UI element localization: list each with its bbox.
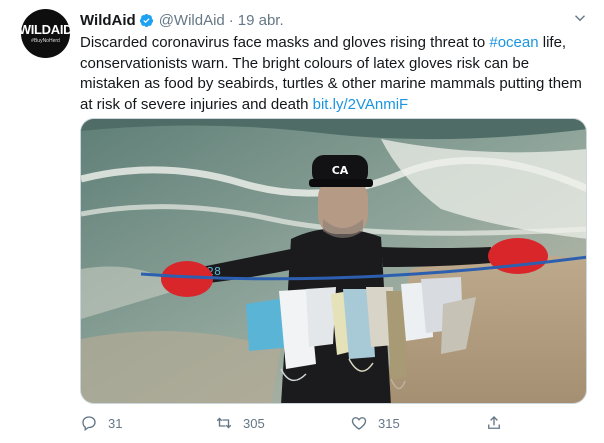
author-name[interactable]: WildAid — [80, 12, 136, 29]
reply-icon — [82, 416, 96, 432]
reply-action[interactable]: 31 — [80, 414, 122, 432]
tweet-photo[interactable]: CA 28 — [80, 118, 587, 404]
share-action[interactable] — [485, 414, 503, 432]
separator-dot: · — [228, 11, 234, 29]
chevron-down-icon[interactable] — [574, 12, 586, 24]
verified-badge-icon — [139, 13, 153, 27]
retweet-icon — [216, 417, 232, 429]
beach-photo: CA 28 — [81, 119, 586, 403]
tweet-header: WildAid @WildAid · 19 abr. — [80, 11, 284, 29]
share-icon — [488, 416, 500, 429]
tweet-text: Discarded coronavirus face masks and glo… — [80, 33, 592, 115]
tweet-actions: 31 305 315 — [80, 414, 592, 434]
url-link[interactable]: bit.ly/2VAnmiF — [313, 96, 409, 113]
tweet-date[interactable]: 19 abr. — [238, 12, 284, 29]
avatar-tag: #BuyNoHerd — [31, 38, 60, 44]
avatar[interactable]: WILDAID #BuyNoHerd — [21, 9, 70, 58]
like-count: 315 — [378, 415, 400, 431]
reply-count: 31 — [108, 415, 123, 431]
hashtag-link[interactable]: #ocean — [489, 34, 538, 51]
cap-logo-text: CA — [332, 164, 349, 177]
heart-icon — [351, 417, 367, 430]
tweet-text-part: Discarded coronavirus face masks and glo… — [80, 34, 490, 51]
avatar-logo: WILDAID — [21, 22, 70, 37]
like-action[interactable]: 315 — [350, 414, 400, 432]
author-handle[interactable]: @WildAid — [159, 12, 225, 29]
tweet-card[interactable]: WILDAID #BuyNoHerd WildAid @WildAid · 19… — [0, 0, 604, 443]
retweet-count: 305 — [243, 415, 265, 431]
retweet-action[interactable]: 305 — [215, 414, 265, 432]
